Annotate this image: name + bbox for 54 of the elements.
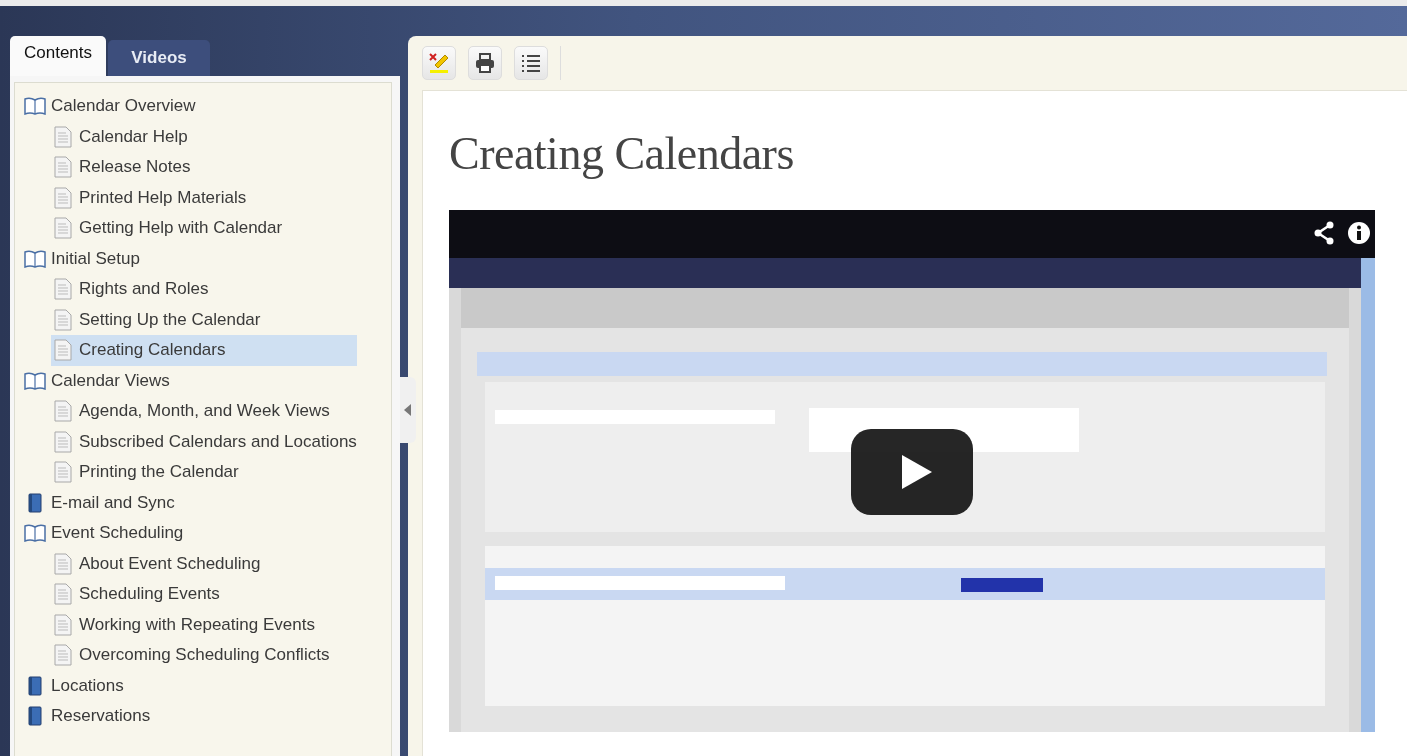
- tab[interactable]: Videos: [108, 40, 210, 76]
- page-icon: [51, 186, 75, 209]
- page-icon: [51, 308, 75, 331]
- print-button[interactable]: [468, 46, 502, 80]
- page-icon: [51, 339, 75, 362]
- tab[interactable]: Contents: [10, 36, 106, 76]
- page-icon: [51, 125, 75, 148]
- tree-item[interactable]: Scheduling Events: [51, 579, 226, 610]
- tree-item[interactable]: Initial Setup: [23, 243, 146, 274]
- tree-item[interactable]: Working with Repeating Events: [51, 609, 321, 640]
- open-book-icon: [23, 370, 47, 391]
- collapse-handle[interactable]: [400, 377, 416, 443]
- page-title: Creating Calendars: [449, 127, 795, 180]
- tree-item[interactable]: Subscribed Calendars and Locations: [51, 426, 363, 457]
- open-book-icon: [23, 248, 47, 269]
- tree-item[interactable]: Printing the Calendar: [51, 457, 245, 488]
- tree-item[interactable]: Locations: [23, 670, 130, 701]
- page-icon: [51, 552, 75, 575]
- page-icon: [51, 430, 75, 453]
- open-book-icon: [23, 523, 47, 544]
- play-button[interactable]: [851, 429, 973, 515]
- page-icon: [51, 156, 75, 179]
- share-icon[interactable]: [1313, 221, 1335, 245]
- tree-item[interactable]: Calendar Help: [51, 121, 194, 152]
- page-icon: [51, 583, 75, 606]
- list-icon: [520, 53, 542, 73]
- tree-item[interactable]: Calendar Overview: [23, 91, 202, 122]
- tree-item[interactable]: Rights and Roles: [51, 274, 215, 305]
- tree-item[interactable]: Overcoming Scheduling Conflicts: [51, 640, 336, 671]
- tree-item[interactable]: E-mail and Sync: [23, 487, 181, 518]
- tree-item[interactable]: About Event Scheduling: [51, 548, 267, 579]
- page-icon: [51, 217, 75, 240]
- contents-list-button[interactable]: [514, 46, 548, 80]
- tree-item[interactable]: Reservations: [23, 701, 157, 732]
- page-icon: [51, 461, 75, 484]
- printer-icon: [474, 52, 496, 74]
- tree-item[interactable]: Agenda, Month, and Week Views: [51, 396, 336, 427]
- open-book-icon: [23, 96, 47, 117]
- tree-item[interactable]: Creating Calendars: [51, 335, 357, 366]
- highlighter-icon: [427, 51, 451, 75]
- play-icon: [900, 455, 932, 489]
- page-icon: [51, 613, 75, 636]
- tree-item[interactable]: Setting Up the Calendar: [51, 304, 267, 335]
- tree-item[interactable]: Getting Help with Calendar: [51, 213, 289, 244]
- tree-item[interactable]: Release Notes: [51, 152, 197, 183]
- info-icon[interactable]: [1347, 221, 1371, 245]
- tree-item[interactable]: Calendar Views: [23, 365, 176, 396]
- page-icon: [51, 400, 75, 423]
- page-icon: [51, 644, 75, 667]
- highlighter-button[interactable]: [422, 46, 456, 80]
- tree-item[interactable]: Printed Help Materials: [51, 182, 253, 213]
- page-icon: [51, 278, 75, 301]
- left-arrow-icon: [404, 404, 412, 416]
- tree-item[interactable]: Event Scheduling: [23, 518, 190, 549]
